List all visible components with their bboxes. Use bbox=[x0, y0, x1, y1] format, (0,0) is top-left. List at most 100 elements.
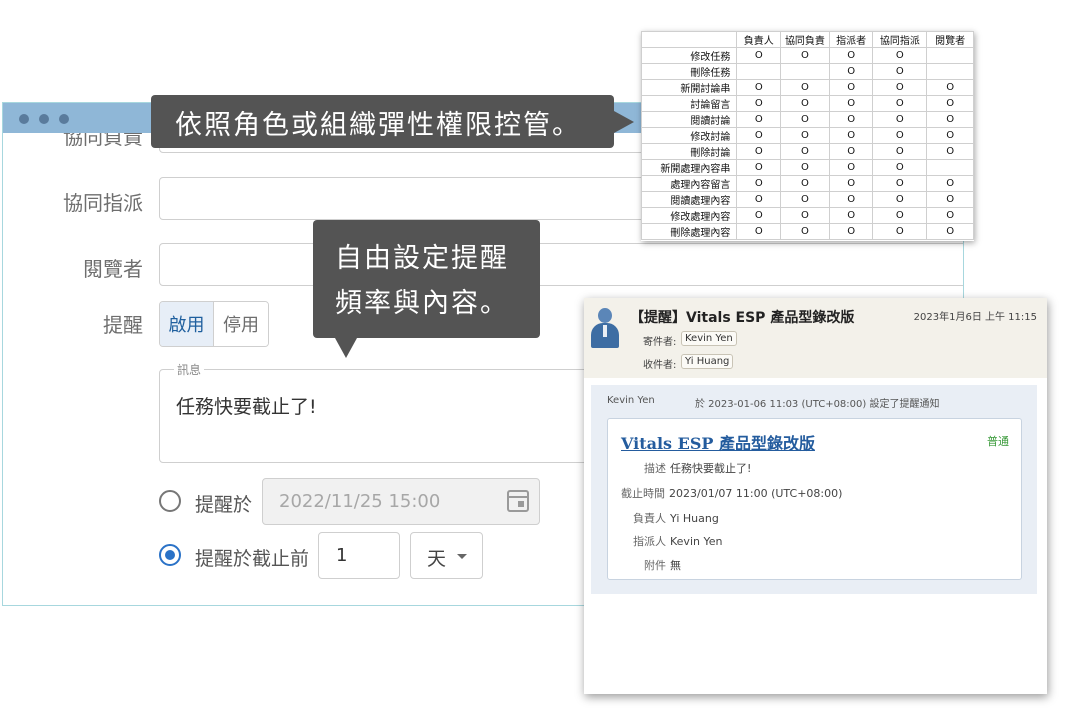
permission-cell: O bbox=[736, 159, 782, 176]
reminder-toggle: 啟用 停用 bbox=[159, 301, 269, 347]
permission-action: 閱讀討論 bbox=[640, 111, 738, 128]
roles-callout-text: 依照角色或組織彈性權限控管。 bbox=[175, 110, 581, 141]
permission-cell: O bbox=[780, 191, 830, 208]
email-header: 【提醒】Vitals ESP 產品型錄改版 2023年1月6日 上午 11:15… bbox=[584, 298, 1047, 378]
permission-cell: O bbox=[736, 223, 782, 240]
desc-value: 任務快要截止了! bbox=[670, 462, 752, 475]
permission-cell: O bbox=[828, 223, 874, 240]
permission-row: 閱讀處理內容 O O O O O bbox=[640, 191, 974, 208]
permission-row: 刪除討論 O O O O O bbox=[640, 143, 974, 160]
permission-action: 修改任務 bbox=[640, 47, 738, 64]
to-label: 收件者: bbox=[643, 360, 677, 371]
chevron-down-icon bbox=[457, 554, 467, 559]
permission-cell: O bbox=[872, 47, 928, 64]
owner-value: Yi Huang bbox=[670, 512, 719, 525]
permission-cell: O bbox=[926, 143, 974, 160]
permission-cell: O bbox=[736, 79, 782, 96]
permission-cell: O bbox=[736, 95, 782, 112]
viewer-label: 閱覽者 bbox=[83, 257, 143, 281]
permission-cell: O bbox=[926, 127, 974, 144]
viewer-field[interactable] bbox=[159, 243, 963, 286]
permission-corner-cell bbox=[640, 31, 738, 48]
before-deadline-radio[interactable] bbox=[159, 544, 181, 566]
from-value[interactable]: Kevin Yen bbox=[681, 331, 737, 346]
email-subject: 【提醒】Vitals ESP 產品型錄改版 bbox=[630, 310, 855, 326]
permission-action: 刪除討論 bbox=[640, 143, 738, 160]
permission-cell: O bbox=[736, 47, 782, 64]
owner-key: 負責人 bbox=[633, 512, 666, 525]
permission-action: 修改討論 bbox=[640, 127, 738, 144]
permission-cell: O bbox=[926, 223, 974, 240]
permission-cell: O bbox=[872, 127, 928, 144]
reminder-label: 提醒 bbox=[103, 313, 143, 337]
column-header: 協同指派 bbox=[872, 31, 928, 48]
message-legend: 訊息 bbox=[174, 361, 205, 378]
permission-cell: O bbox=[780, 143, 830, 160]
permission-cell: O bbox=[780, 175, 830, 192]
desc-key: 描述 bbox=[644, 462, 666, 475]
remind-at-label: 提醒於 bbox=[195, 494, 253, 516]
reminder-callout-line1: 自由設定提醒 bbox=[335, 243, 509, 274]
permission-row: 討論留言 O O O O O bbox=[640, 95, 974, 112]
permission-cell: O bbox=[780, 95, 830, 112]
window-dot-icon[interactable] bbox=[19, 114, 29, 124]
assigner-row: 指派人 Kevin Yen bbox=[633, 533, 722, 549]
enable-button[interactable]: 啟用 bbox=[160, 302, 214, 346]
before-deadline-amount: 1 bbox=[336, 545, 348, 566]
to-value[interactable]: Yi Huang bbox=[681, 354, 734, 369]
column-header: 閱覽者 bbox=[926, 31, 974, 48]
owner-row: 負責人 Yi Huang bbox=[633, 510, 719, 526]
permission-row: 修改任務 O O O O bbox=[640, 47, 974, 64]
permission-cell: O bbox=[872, 95, 928, 112]
permission-cell bbox=[736, 63, 782, 80]
permission-rows: 修改任務 O O O O 刪除任務 O O 新開討論串 O O O O O 討論留言 O O O O O 閱讀討論 O O O… bbox=[640, 47, 974, 240]
permission-cell: O bbox=[736, 191, 782, 208]
permission-action: 新開處理內容串 bbox=[640, 159, 738, 176]
co-owner-label: 協同負責 bbox=[63, 133, 143, 149]
calendar-icon[interactable] bbox=[507, 490, 529, 512]
permission-action: 處理內容留言 bbox=[640, 175, 738, 192]
body-sender: Kevin Yen bbox=[607, 395, 655, 406]
permission-cell: O bbox=[926, 111, 974, 128]
permission-cell: O bbox=[872, 223, 928, 240]
permission-cell: O bbox=[926, 207, 974, 224]
permission-row: 刪除任務 O O bbox=[640, 63, 974, 80]
remind-at-datetime-input[interactable]: 2022/11/25 15:00 bbox=[262, 478, 540, 525]
unit-select[interactable]: 天 bbox=[410, 532, 483, 579]
permission-cell: O bbox=[872, 111, 928, 128]
deadline-value: 2023/01/07 11:00 (UTC+08:00) bbox=[669, 487, 843, 500]
permission-action: 刪除處理內容 bbox=[640, 223, 738, 240]
permission-cell bbox=[926, 63, 974, 80]
permission-cell: O bbox=[828, 127, 874, 144]
task-card: Vitals ESP 產品型錄改版 普通 描述 任務快要截止了! 截止時間 2023… bbox=[607, 418, 1022, 580]
permission-cell: O bbox=[828, 175, 874, 192]
permission-action: 新開討論串 bbox=[640, 79, 738, 96]
window-dot-icon[interactable] bbox=[39, 114, 49, 124]
disable-button[interactable]: 停用 bbox=[214, 302, 268, 346]
permission-cell: O bbox=[736, 111, 782, 128]
reminder-email-preview: 【提醒】Vitals ESP 產品型錄改版 2023年1月6日 上午 11:15… bbox=[584, 298, 1047, 694]
task-title-link[interactable]: Vitals ESP 產品型錄改版 bbox=[621, 430, 815, 454]
from-label: 寄件者: bbox=[643, 337, 677, 348]
permission-cell: O bbox=[828, 159, 874, 176]
roles-callout: 依照角色或組織彈性權限控管。 bbox=[151, 95, 634, 148]
permission-row: 刪除處理內容 O O O O O bbox=[640, 223, 974, 240]
permission-cell: O bbox=[828, 47, 874, 64]
permission-cell: O bbox=[780, 47, 830, 64]
before-deadline-amount-input[interactable]: 1 bbox=[318, 532, 400, 579]
priority-badge: 普通 bbox=[987, 435, 1009, 448]
column-header: 協同負責 bbox=[780, 31, 830, 48]
permission-row: 新開討論串 O O O O O bbox=[640, 79, 974, 96]
email-datetime: 2023年1月6日 上午 11:15 bbox=[913, 312, 1037, 323]
permission-action: 閱讀處理內容 bbox=[640, 191, 738, 208]
permission-action: 討論留言 bbox=[640, 95, 738, 112]
permission-cell: O bbox=[780, 111, 830, 128]
permission-cell: O bbox=[872, 191, 928, 208]
remind-at-radio[interactable] bbox=[159, 490, 181, 512]
permission-header-row: 負責人 協同負責 指派者 協同指派 閱覽者 bbox=[640, 31, 974, 48]
permission-cell: O bbox=[780, 127, 830, 144]
permission-cell: O bbox=[926, 95, 974, 112]
window-dot-icon[interactable] bbox=[59, 114, 69, 124]
permission-cell: O bbox=[736, 207, 782, 224]
permission-cell bbox=[926, 159, 974, 176]
